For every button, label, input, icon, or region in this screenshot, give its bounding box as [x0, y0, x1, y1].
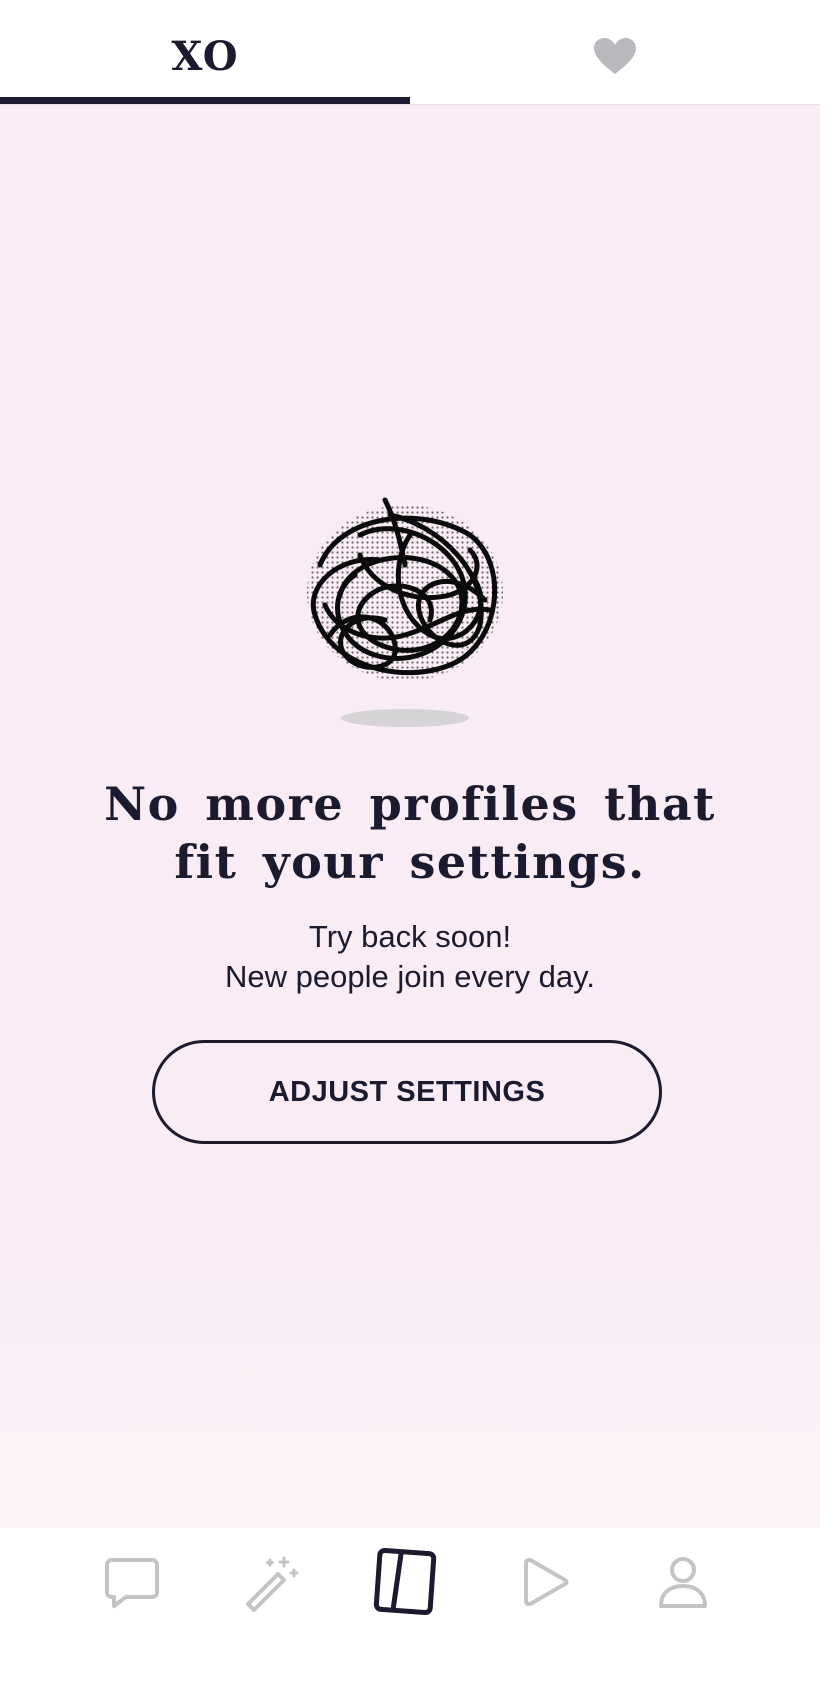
- nav-standouts[interactable]: [230, 1542, 310, 1622]
- cards-icon: [373, 1548, 437, 1615]
- top-tab-bar: XO: [0, 0, 820, 105]
- subtext-line-1: Try back soon!: [308, 919, 512, 954]
- nav-video[interactable]: [505, 1542, 585, 1622]
- app-screen: XO No more profiles that fit your settin…: [0, 0, 828, 1682]
- tab-xo-label: XO: [171, 32, 239, 80]
- bottom-nav-bar: [0, 1528, 828, 1682]
- nav-profile[interactable]: [643, 1542, 723, 1622]
- tab-active-indicator: [0, 97, 410, 104]
- chat-icon: [105, 1558, 159, 1608]
- person-icon: [659, 1557, 707, 1608]
- scribble-ball-illustration: [307, 497, 503, 727]
- subtext-line-2: New people join every day.: [225, 959, 595, 994]
- nav-chat[interactable]: [92, 1542, 172, 1622]
- main-content: No more profiles that fit your settings.…: [0, 105, 820, 1528]
- heart-icon: [594, 38, 636, 74]
- adjust-settings-button[interactable]: ADJUST SETTINGS: [152, 1040, 662, 1144]
- empty-state-headline: No more profiles that fit your settings.: [104, 777, 716, 889]
- empty-state-subtext: Try back soon! New people join every day…: [110, 917, 710, 997]
- magic-wand-icon: [246, 1556, 299, 1612]
- play-icon: [524, 1558, 569, 1606]
- nav-discover[interactable]: [367, 1542, 447, 1622]
- right-edge-divider: [820, 0, 828, 1528]
- tab-xo[interactable]: XO: [0, 0, 410, 104]
- tab-likes[interactable]: [410, 0, 820, 104]
